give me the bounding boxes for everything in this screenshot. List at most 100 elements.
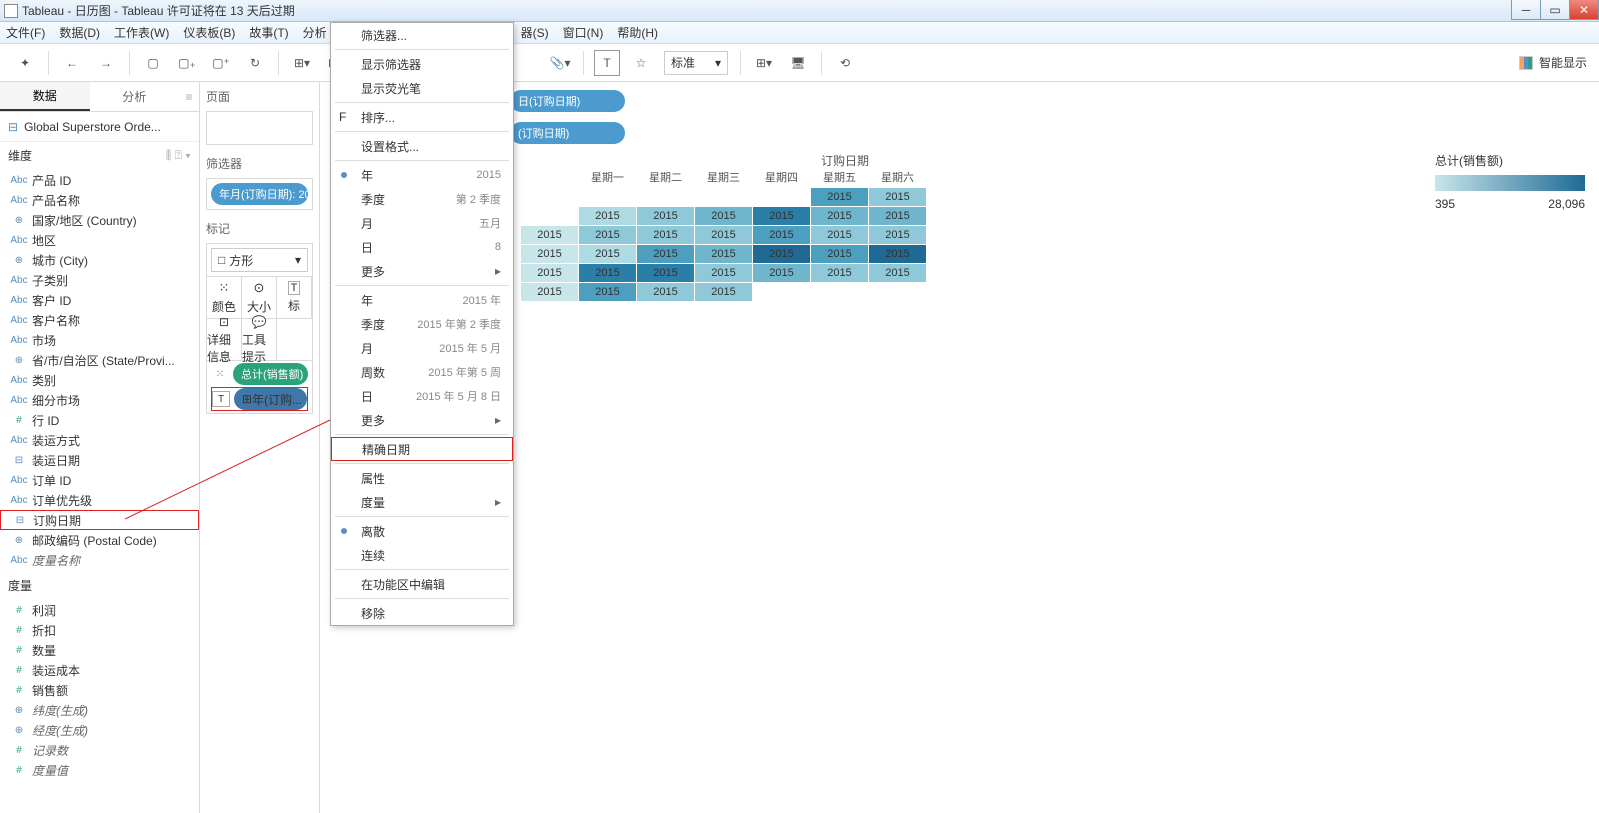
ctx-format[interactable]: 设置格式... <box>331 134 513 158</box>
datasource-row[interactable]: ⊟ Global Superstore Orde... <box>0 112 199 142</box>
dimension-field[interactable]: ⊕邮政编码 (Postal Code) <box>0 530 199 550</box>
dimension-field[interactable]: ⊕省/市/自治区 (State/Provi... <box>0 350 199 370</box>
dimension-field[interactable]: Abc子类别 <box>0 270 199 290</box>
dimension-field[interactable]: Abc客户名称 <box>0 310 199 330</box>
measure-field[interactable]: ⊕经度(生成) <box>0 720 199 740</box>
dimension-field[interactable]: ⊟订购日期 <box>0 510 199 530</box>
menu-server[interactable]: 器(S) <box>521 24 549 41</box>
measure-field[interactable]: #数量 <box>0 640 199 660</box>
fit-dropdown[interactable]: 标准▾ <box>664 51 728 75</box>
dimension-field[interactable]: #行 ID <box>0 410 199 430</box>
dimension-field[interactable]: Abc市场 <box>0 330 199 350</box>
marks-label-button[interactable]: T标 <box>277 277 312 319</box>
favorite-icon[interactable]: ☆ <box>628 50 654 76</box>
dimension-field[interactable]: Abc订单 ID <box>0 470 199 490</box>
marks-color-button[interactable]: ⁙颜色 <box>207 277 242 319</box>
menu-story[interactable]: 故事(T) <box>249 24 288 41</box>
title-toggle-icon[interactable]: T <box>594 50 620 76</box>
ctx-month-2[interactable]: 月2015 年 5 月 <box>331 336 513 360</box>
ctx-filter[interactable]: 筛选器... <box>331 23 513 47</box>
dimension-field[interactable]: Abc产品名称 <box>0 190 199 210</box>
color-legend[interactable]: 总计(销售额) 39528,096 <box>1435 152 1585 211</box>
marks-size-button[interactable]: ⊙大小 <box>242 277 277 319</box>
marks-tooltip-button[interactable]: 💬工具提示 <box>242 319 277 361</box>
dimension-field[interactable]: ⊕国家/地区 (Country) <box>0 210 199 230</box>
ctx-more-2[interactable]: 更多▸ <box>331 408 513 432</box>
measure-field[interactable]: #利润 <box>0 600 199 620</box>
menu-analysis[interactable]: 分析 <box>303 24 327 41</box>
show-me-button[interactable]: 智能显示 <box>1519 54 1587 71</box>
new-datasource-icon[interactable]: ▢₊ <box>174 50 200 76</box>
refresh-icon[interactable]: ↻ <box>242 50 268 76</box>
dimension-field[interactable]: Abc产品 ID <box>0 170 199 190</box>
measure-field[interactable]: #装运成本 <box>0 660 199 680</box>
attach-icon[interactable]: 📎▾ <box>547 50 573 76</box>
maximize-button[interactable]: ▭ <box>1540 0 1570 20</box>
tab-data[interactable]: 数据 <box>0 82 90 111</box>
measure-field[interactable]: #销售额 <box>0 680 199 700</box>
tab-analytics[interactable]: 分析 <box>90 82 180 111</box>
ctx-show-highlighter[interactable]: 显示荧光笔 <box>331 76 513 100</box>
menu-dashboard[interactable]: 仪表板(B) <box>183 24 235 41</box>
marks-color-pill[interactable]: ⁙ 总计(销售额) <box>211 363 308 385</box>
dimension-field[interactable]: Abc地区 <box>0 230 199 250</box>
minimize-button[interactable]: ─ <box>1511 0 1541 20</box>
ctx-measure[interactable]: 度量▸ <box>331 490 513 514</box>
ctx-continuous[interactable]: 连续 <box>331 543 513 567</box>
ctx-day-2[interactable]: 日2015 年 5 月 8 日 <box>331 384 513 408</box>
pages-shelf[interactable] <box>206 111 313 145</box>
ctx-remove[interactable]: 移除 <box>331 601 513 625</box>
dimension-field[interactable]: ⊟装运日期 <box>0 450 199 470</box>
show-me-icon <box>1519 56 1533 70</box>
menu-window[interactable]: 窗口(N) <box>563 24 604 41</box>
measure-field[interactable]: ⊕纬度(生成) <box>0 700 199 720</box>
menu-worksheet[interactable]: 工作表(W) <box>114 24 169 41</box>
menu-data[interactable]: 数据(D) <box>59 24 100 41</box>
ctx-attribute[interactable]: 属性 <box>331 466 513 490</box>
dimension-field[interactable]: Abc细分市场 <box>0 390 199 410</box>
device-icon[interactable]: 🖥 <box>785 50 811 76</box>
dimension-field[interactable]: Abc度量名称 <box>0 550 199 570</box>
ctx-day-1[interactable]: 日8 <box>331 235 513 259</box>
dimension-field[interactable]: Abc类别 <box>0 370 199 390</box>
ctx-month-1[interactable]: 月五月 <box>331 211 513 235</box>
filters-shelf[interactable]: 年月(订购日期): 201... <box>206 178 313 210</box>
filter-pill[interactable]: 年月(订购日期): 201... <box>211 183 308 205</box>
ctx-sort[interactable]: F排序... <box>331 105 513 129</box>
tableau-logo-icon[interactable]: ✦ <box>12 50 38 76</box>
swap-icon[interactable]: ⊞▾ <box>289 50 315 76</box>
search-fields-icon[interactable]: ⫼ ⍰ ▾ <box>166 148 191 163</box>
close-button[interactable]: ✕ <box>1569 0 1599 20</box>
rows-pill[interactable]: (订购日期) <box>510 122 625 144</box>
save-icon[interactable]: ▢ <box>140 50 166 76</box>
dimension-field[interactable]: ⊕城市 (City) <box>0 250 199 270</box>
ctx-quarter-1[interactable]: 季度第 2 季度 <box>331 187 513 211</box>
new-worksheet-icon[interactable]: ▢⁺ <box>208 50 234 76</box>
measure-field[interactable]: #折扣 <box>0 620 199 640</box>
dimension-field[interactable]: Abc装运方式 <box>0 430 199 450</box>
ctx-exact-date[interactable]: 精确日期 <box>331 437 513 461</box>
share-icon[interactable]: ⟲ <box>832 50 858 76</box>
ctx-week-2[interactable]: 周数2015 年第 5 周 <box>331 360 513 384</box>
ctx-year-2[interactable]: 年2015 年 <box>331 288 513 312</box>
ctx-more-1[interactable]: 更多▸ <box>331 259 513 283</box>
undo-icon[interactable]: ← <box>59 50 85 76</box>
mark-type-dropdown[interactable]: □方形▾ <box>211 248 308 272</box>
redo-icon[interactable]: → <box>93 50 119 76</box>
menu-help[interactable]: 帮助(H) <box>617 24 658 41</box>
ctx-show-filter[interactable]: 显示筛选器 <box>331 52 513 76</box>
marks-detail-button[interactable]: ⊡详细信息 <box>207 319 242 361</box>
marks-detail-pill[interactable]: T ⊞ 年(订购... <box>211 387 308 411</box>
presentation-icon[interactable]: ⊞▾ <box>751 50 777 76</box>
columns-pill[interactable]: 日(订购日期) <box>510 90 625 112</box>
ctx-year-1[interactable]: 年2015 <box>331 163 513 187</box>
measure-field[interactable]: #度量值 <box>0 760 199 780</box>
ctx-quarter-2[interactable]: 季度2015 年第 2 季度 <box>331 312 513 336</box>
menu-file[interactable]: 文件(F) <box>6 24 45 41</box>
dimension-field[interactable]: Abc客户 ID <box>0 290 199 310</box>
ctx-discrete[interactable]: 离散 <box>331 519 513 543</box>
dimension-field[interactable]: Abc订单优先级 <box>0 490 199 510</box>
ctx-edit-in-shelf[interactable]: 在功能区中编辑 <box>331 572 513 596</box>
pane-menu-icon[interactable]: ≡ <box>179 82 199 111</box>
measure-field[interactable]: #记录数 <box>0 740 199 760</box>
